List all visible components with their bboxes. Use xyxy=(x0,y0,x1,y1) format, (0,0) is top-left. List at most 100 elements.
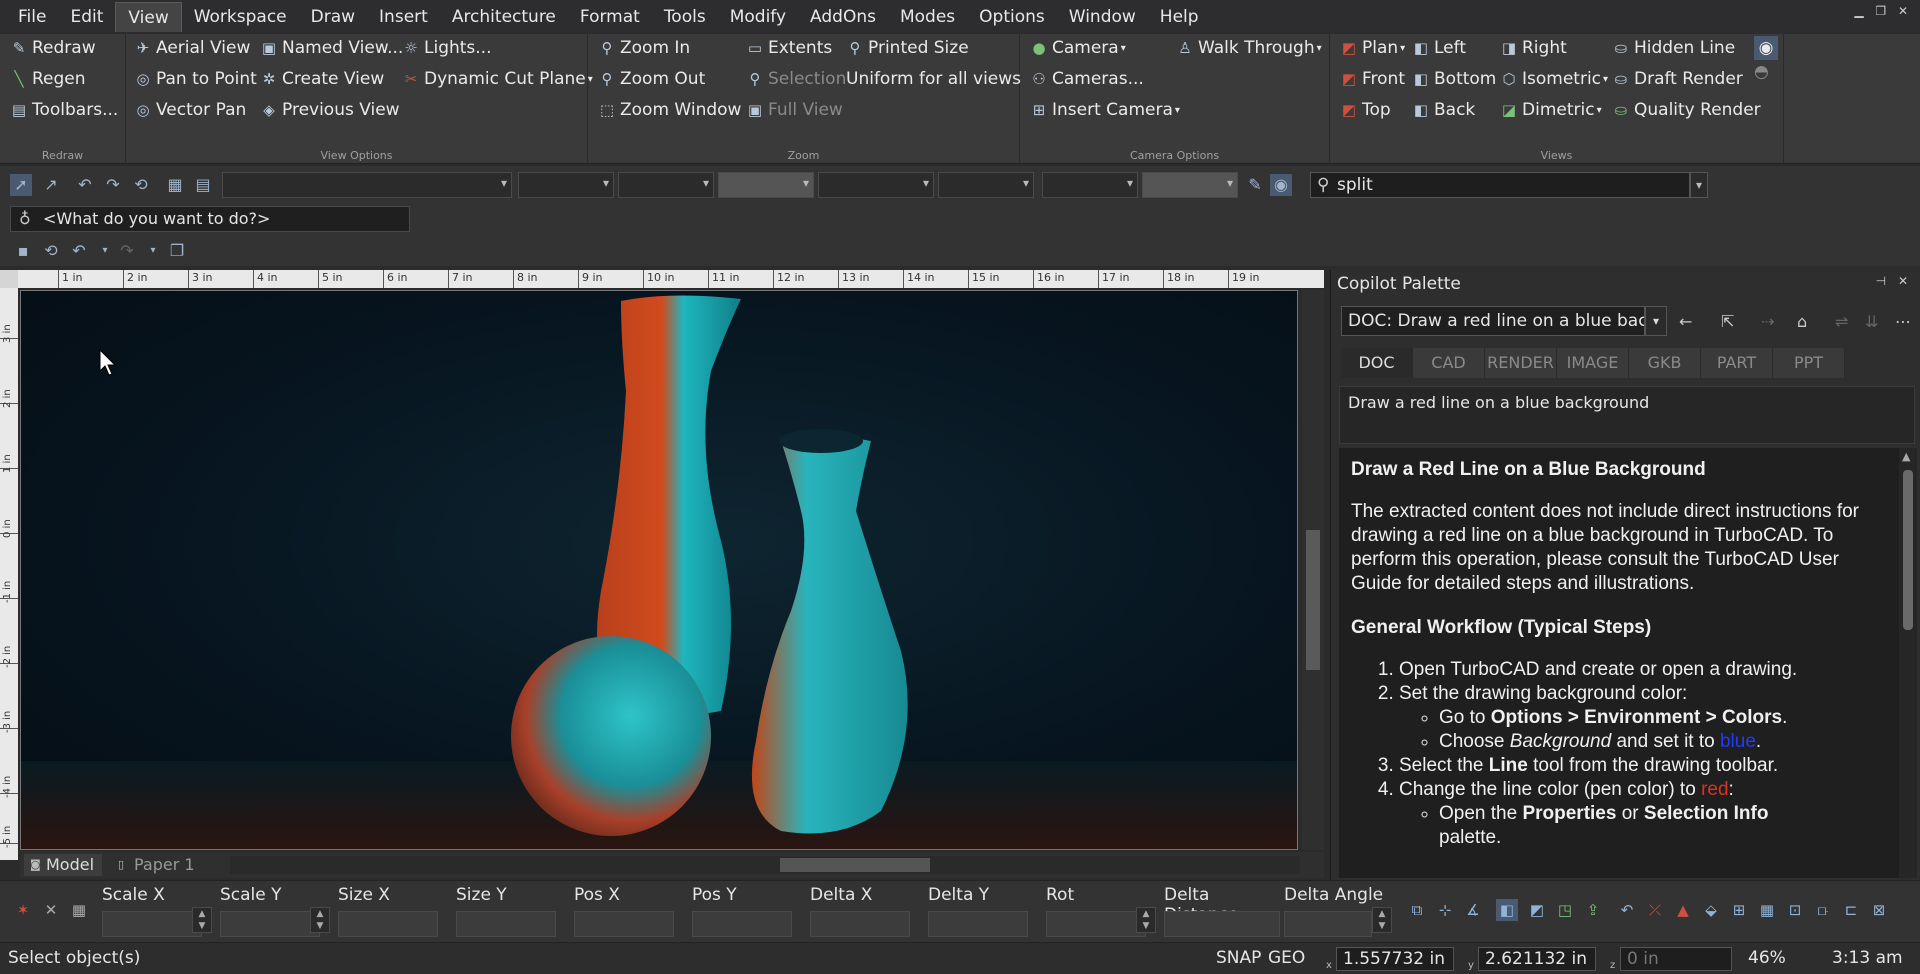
delta-x-input[interactable] xyxy=(810,911,910,937)
pen-dropdown[interactable] xyxy=(818,172,934,198)
cameras-button[interactable]: ⚇ Cameras... xyxy=(1030,69,1144,89)
bottom-view-button[interactable]: ◧ Bottom xyxy=(1412,69,1496,89)
layer-dropdown[interactable] xyxy=(222,172,512,198)
previous-view-button[interactable]: ◈ Previous View xyxy=(260,100,399,120)
window-controls[interactable]: ▁ ❐ ✕ xyxy=(1854,4,1912,18)
scroll-thumb[interactable] xyxy=(780,858,930,872)
aerial-view-button[interactable]: ✈ Aerial View xyxy=(134,38,251,58)
tab-model[interactable]: ◙ Model xyxy=(24,854,103,876)
table-icon[interactable]: ▦ xyxy=(164,174,186,196)
snap-vertex-icon[interactable]: ⊹ xyxy=(1434,899,1456,921)
tab-render[interactable]: RENDER xyxy=(1485,348,1557,378)
tab-cad[interactable]: CAD xyxy=(1413,348,1485,378)
zoom-out-button[interactable]: ⚲ Zoom Out xyxy=(598,69,706,89)
drawing-canvas[interactable] xyxy=(20,290,1298,850)
copilot-history-select[interactable]: DOC: Draw a red line on a blue backgroun… xyxy=(1341,306,1645,336)
linestyle-dropdown[interactable] xyxy=(618,172,714,198)
lasso-select-icon[interactable]: ⟲ xyxy=(40,240,62,262)
tab-ppt[interactable]: PPT xyxy=(1773,348,1845,378)
select-arrow-icon[interactable]: ➚ xyxy=(10,174,32,196)
answer-scrollbar[interactable]: ▲ xyxy=(1899,448,1917,878)
lasso-icon[interactable]: ⟲ xyxy=(130,174,152,196)
snap-toggle[interactable]: SNAP xyxy=(1216,948,1261,968)
tab-doc[interactable]: DOC xyxy=(1341,348,1413,378)
snap-active-icon[interactable]: ◧ xyxy=(1496,899,1518,921)
scroll-up-icon[interactable]: ▲ xyxy=(1902,450,1910,463)
menu-format[interactable]: Format xyxy=(568,2,652,32)
line-width-dropdown[interactable] xyxy=(718,172,814,198)
menu-modify[interactable]: Modify xyxy=(718,2,798,32)
insert-camera-button[interactable]: ⊞ Insert Camera ▾ xyxy=(1030,100,1180,120)
copy-icon[interactable]: ⇌ xyxy=(1835,312,1848,331)
chevron-down-icon[interactable]: ▾ xyxy=(142,240,164,262)
menu-file[interactable]: File xyxy=(6,2,58,32)
vertical-scrollbar[interactable] xyxy=(1302,290,1324,850)
printed-size-button[interactable]: ⚲ Printed Size xyxy=(846,38,969,58)
full-view-button[interactable]: ▣ Full View xyxy=(746,100,843,120)
copilot-prompt-input[interactable]: Draw a red line on a blue background xyxy=(1339,386,1915,444)
pos-y-input[interactable] xyxy=(692,911,792,937)
layers-icon[interactable]: ▤ xyxy=(192,174,214,196)
tab-gkb[interactable]: GKB xyxy=(1629,348,1701,378)
home-icon[interactable]: ⌂ xyxy=(1797,312,1807,331)
named-view-button[interactable]: ▣ Named View... xyxy=(260,38,403,58)
grid-icon[interactable]: ▦ xyxy=(68,899,90,921)
left-view-button[interactable]: ◧ Left xyxy=(1412,38,1466,58)
menu-options[interactable]: Options xyxy=(967,2,1057,32)
top-view-button[interactable]: ◩ Top xyxy=(1340,100,1391,120)
tab-image[interactable]: IMAGE xyxy=(1557,348,1629,378)
chevron-down-icon[interactable]: ▾ xyxy=(1645,306,1667,336)
scale-x-stepper[interactable]: ▲ ▼ xyxy=(192,907,212,933)
quality-render-button[interactable]: ⛀ Quality Render xyxy=(1612,100,1761,120)
share-icon[interactable]: ⇱ xyxy=(1721,312,1734,331)
pan-to-point-button[interactable]: ◎ Pan to Point xyxy=(134,69,256,89)
back-arrow-icon[interactable]: ← xyxy=(1679,312,1692,331)
scale-dropdown[interactable] xyxy=(938,172,1034,198)
export-icon[interactable]: ⇊ xyxy=(1865,312,1878,331)
undo-icon[interactable]: ↶ xyxy=(68,240,90,262)
render-toggle-icon[interactable]: ◉ xyxy=(1270,174,1292,196)
link-icon[interactable]: ⇢ xyxy=(1761,312,1774,331)
rot-stepper[interactable]: ▲ ▼ xyxy=(1136,907,1156,933)
redraw-button[interactable]: ✎ Redraw xyxy=(10,38,96,58)
delta-y-input[interactable] xyxy=(928,911,1028,937)
dimetric-button[interactable]: ◪ Dimetric ▾ xyxy=(1500,100,1602,120)
close-icon[interactable]: ✕ xyxy=(40,899,62,921)
snap-edit-icon[interactable]: ⟥ xyxy=(1812,899,1834,921)
scroll-thumb[interactable] xyxy=(1903,470,1913,630)
scroll-thumb[interactable] xyxy=(1306,530,1320,670)
snap-table-icon[interactable]: ▦ xyxy=(1756,899,1778,921)
rot-input[interactable] xyxy=(1046,911,1146,937)
regen-button[interactable]: ╲ Regen xyxy=(10,69,85,89)
create-view-button[interactable]: ✲ Create View xyxy=(260,69,385,89)
extents-button[interactable]: ▭ Extents xyxy=(746,38,832,58)
redo-icon[interactable]: ↷ xyxy=(116,240,138,262)
palette-pin-close[interactable]: ⊣ ✕ xyxy=(1876,274,1912,288)
render-mode-button[interactable]: ◉ xyxy=(1754,36,1778,60)
font-dropdown[interactable] xyxy=(1042,172,1138,198)
brush-icon[interactable]: ✎ xyxy=(1244,174,1266,196)
menu-window[interactable]: Window xyxy=(1057,2,1148,32)
menu-view[interactable]: View xyxy=(115,2,182,32)
undo-icon[interactable]: ↶ xyxy=(74,174,96,196)
snap-grid-icon[interactable]: ⬙ xyxy=(1700,899,1722,921)
vector-pan-button[interactable]: ◎ Vector Pan xyxy=(134,100,246,120)
plan-view-button[interactable]: ◩ Plan ▾ xyxy=(1340,38,1405,58)
snap-perpendicular-icon[interactable]: ↶ xyxy=(1616,899,1638,921)
snap-box-icon[interactable]: ⊠ xyxy=(1868,899,1890,921)
pos-x-input[interactable] xyxy=(574,911,674,937)
camera-button[interactable]: ● Camera ▾ xyxy=(1030,38,1125,58)
horizontal-scrollbar[interactable] xyxy=(230,856,1300,874)
isometric-button[interactable]: ⬡ Isometric ▾ xyxy=(1500,69,1608,89)
lights-button[interactable]: ☼ Lights... xyxy=(402,38,491,58)
what-to-do-input[interactable]: ♁ <What do you want to do?> xyxy=(10,206,410,232)
command-search-input[interactable]: ⚲ split xyxy=(1310,172,1690,198)
snap-frame-icon[interactable]: ⊡ xyxy=(1784,899,1806,921)
snap-quadrant-icon[interactable]: ⇪ xyxy=(1582,899,1604,921)
delta-angle-stepper[interactable]: ▲ ▼ xyxy=(1372,907,1392,933)
edit-tool-icon[interactable]: ↗ xyxy=(40,174,62,196)
scale-y-input[interactable] xyxy=(220,911,320,937)
back-view-button[interactable]: ◧ Back xyxy=(1412,100,1475,120)
snap-arc-icon[interactable]: ▲ xyxy=(1672,899,1694,921)
snap-corner-icon[interactable]: ⊏ xyxy=(1840,899,1862,921)
